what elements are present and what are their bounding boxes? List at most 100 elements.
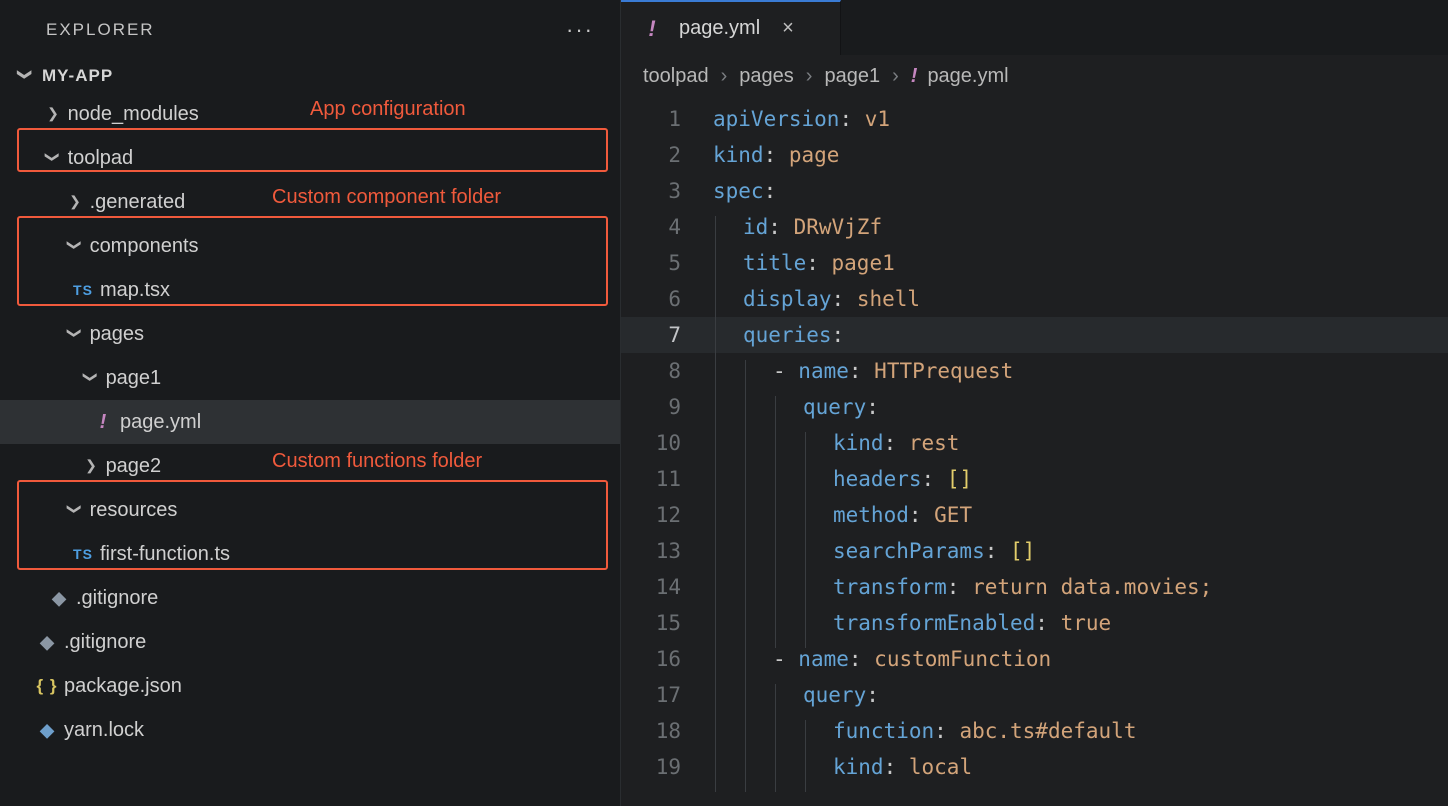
code-line[interactable]: 6display: shell: [621, 281, 1448, 317]
typescript-icon: TS: [70, 282, 96, 298]
line-number: 18: [621, 713, 713, 749]
breadcrumb-seg[interactable]: toolpad: [643, 65, 709, 88]
chevron-down-icon: [66, 238, 84, 254]
tree-folder-resources[interactable]: resources: [0, 488, 620, 532]
code-text: function: abc.ts#default: [713, 713, 1136, 749]
tree-label: .gitignore: [76, 587, 158, 610]
line-number: 6: [621, 281, 713, 317]
typescript-icon: TS: [70, 546, 96, 562]
chevron-right-icon: ›: [717, 65, 732, 88]
tree-file-map-tsx[interactable]: TS map.tsx: [0, 268, 620, 312]
line-number: 5: [621, 245, 713, 281]
tree-folder-components[interactable]: components: [0, 224, 620, 268]
tree-file-package-json[interactable]: { } package.json: [0, 664, 620, 708]
tab-bar: ! page.yml ×: [621, 0, 1448, 55]
code-text: searchParams: []: [713, 533, 1035, 569]
tree-folder-page2[interactable]: page2: [0, 444, 620, 488]
code-text: id: DRwVjZf: [713, 209, 882, 245]
code-editor[interactable]: 1apiVersion: v12kind: page3spec:4id: DRw…: [621, 97, 1448, 806]
tree-label: package.json: [64, 675, 182, 698]
tree-file-yarn-lock[interactable]: ◆ yarn.lock: [0, 708, 620, 752]
code-text: kind: rest: [713, 425, 959, 461]
code-text: kind: local: [713, 749, 972, 785]
explorer-title: EXPLORER: [46, 20, 155, 40]
breadcrumb-seg[interactable]: pages: [739, 65, 794, 88]
line-number: 7: [621, 317, 713, 353]
chevron-right-icon: [44, 106, 62, 122]
tree-file-gitignore[interactable]: ◆ .gitignore: [0, 576, 620, 620]
tree-label: .gitignore: [64, 631, 146, 654]
line-number: 13: [621, 533, 713, 569]
line-number: 12: [621, 497, 713, 533]
tree-label: page2: [106, 455, 162, 478]
tree-folder-toolpad[interactable]: toolpad: [0, 136, 620, 180]
yaml-icon: !: [639, 16, 665, 42]
line-number: 15: [621, 605, 713, 641]
tree-label: yarn.lock: [64, 719, 144, 742]
code-text: title: page1: [713, 245, 895, 281]
code-line[interactable]: 3spec:: [621, 173, 1448, 209]
chevron-down-icon: [44, 150, 62, 166]
code-text: - name: customFunction: [713, 641, 1051, 677]
tree-label: node_modules: [68, 103, 199, 126]
tree-label: page.yml: [120, 411, 201, 434]
line-number: 11: [621, 461, 713, 497]
tree-label: map.tsx: [100, 279, 170, 302]
code-text: transformEnabled: true: [713, 605, 1111, 641]
tree-folder-node_modules[interactable]: node_modules: [0, 92, 620, 136]
tab-label: page.yml: [679, 17, 760, 40]
editor-area: ! page.yml × toolpad › pages › page1 › !…: [621, 0, 1448, 806]
code-line[interactable]: 7queries:: [621, 317, 1448, 353]
tree-label: first-function.ts: [100, 543, 230, 566]
breadcrumb: toolpad › pages › page1 › ! page.yml: [621, 55, 1448, 97]
tree-label: .generated: [90, 191, 186, 214]
code-text: kind: page: [713, 137, 839, 173]
tree-folder-generated[interactable]: .generated: [0, 180, 620, 224]
tab-page-yml[interactable]: ! page.yml ×: [621, 0, 841, 55]
project-header[interactable]: MY-APP: [0, 60, 620, 92]
chevron-right-icon: ›: [888, 65, 903, 88]
breadcrumb-seg[interactable]: page1: [824, 65, 880, 88]
code-text: transform: return data.movies;: [713, 569, 1212, 605]
line-number: 10: [621, 425, 713, 461]
chevron-down-icon: [82, 370, 100, 386]
chevron-right-icon: ›: [802, 65, 817, 88]
git-icon: ◆: [46, 588, 72, 609]
code-line[interactable]: 5title: page1: [621, 245, 1448, 281]
code-line[interactable]: 8- name: HTTPrequest: [621, 353, 1448, 389]
tree-file-gitignore-root[interactable]: ◆ .gitignore: [0, 620, 620, 664]
tree-label: pages: [90, 323, 145, 346]
breadcrumb-seg[interactable]: page.yml: [927, 65, 1008, 88]
explorer-header: EXPLORER ···: [0, 0, 620, 60]
chevron-down-icon: [66, 326, 84, 342]
chevron-down-icon: [16, 68, 34, 84]
code-line[interactable]: 2kind: page: [621, 137, 1448, 173]
line-number: 3: [621, 173, 713, 209]
line-number: 19: [621, 749, 713, 785]
line-number: 2: [621, 137, 713, 173]
yaml-icon: !: [911, 65, 918, 88]
close-icon[interactable]: ×: [782, 17, 794, 40]
line-number: 16: [621, 641, 713, 677]
code-text: apiVersion: v1: [713, 101, 890, 137]
git-icon: ◆: [34, 632, 60, 653]
code-line[interactable]: 1apiVersion: v1: [621, 101, 1448, 137]
tree-file-page-yml[interactable]: ! page.yml: [0, 400, 620, 444]
tree-label: toolpad: [68, 147, 134, 170]
tree-label: page1: [106, 367, 162, 390]
tree-label: components: [90, 235, 199, 258]
explorer-more-icon[interactable]: ···: [566, 17, 594, 43]
chevron-right-icon: [82, 458, 100, 474]
code-text: query:: [713, 389, 879, 425]
line-number: 4: [621, 209, 713, 245]
code-line[interactable]: 4id: DRwVjZf: [621, 209, 1448, 245]
explorer-panel: EXPLORER ··· MY-APP node_modules toolpad…: [0, 0, 621, 806]
tree-folder-page1[interactable]: page1: [0, 356, 620, 400]
tree-label: resources: [90, 499, 178, 522]
line-number: 14: [621, 569, 713, 605]
tree-folder-pages[interactable]: pages: [0, 312, 620, 356]
code-text: queries:: [713, 317, 844, 353]
json-icon: { }: [34, 676, 60, 696]
project-name: MY-APP: [42, 66, 113, 86]
tree-file-first-function[interactable]: TS first-function.ts: [0, 532, 620, 576]
